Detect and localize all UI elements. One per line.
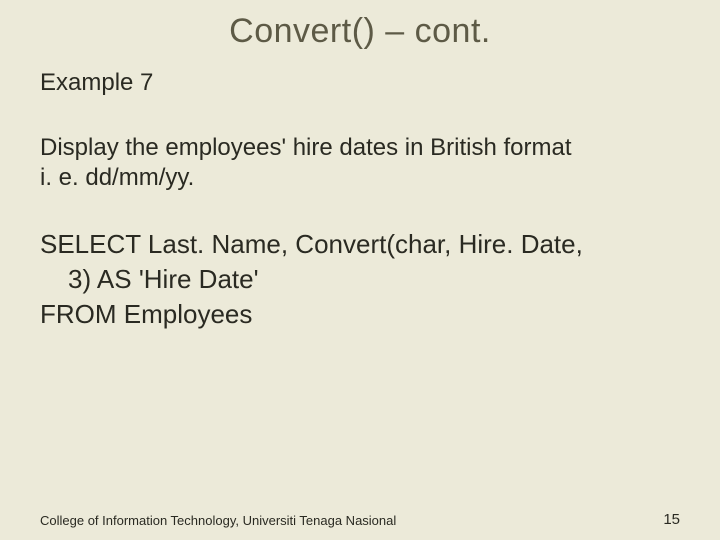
sql-line: SELECT Last. Name, Convert(char, Hire. D…	[40, 227, 680, 262]
sql-line: 3) AS 'Hire Date'	[40, 262, 680, 297]
description: Display the employees' hire dates in Bri…	[40, 133, 680, 193]
footer-institution: College of Information Technology, Unive…	[40, 513, 396, 528]
description-line: Display the employees' hire dates in Bri…	[40, 133, 680, 163]
description-line: i. e. dd/mm/yy.	[40, 163, 680, 193]
slide: Convert() – cont. Example 7 Display the …	[0, 0, 720, 540]
sql-block: SELECT Last. Name, Convert(char, Hire. D…	[40, 227, 680, 332]
sql-line: FROM Employees	[40, 297, 680, 332]
slide-number: 15	[663, 511, 680, 528]
example-label: Example 7	[40, 69, 680, 97]
slide-title: Convert() – cont.	[40, 0, 680, 51]
